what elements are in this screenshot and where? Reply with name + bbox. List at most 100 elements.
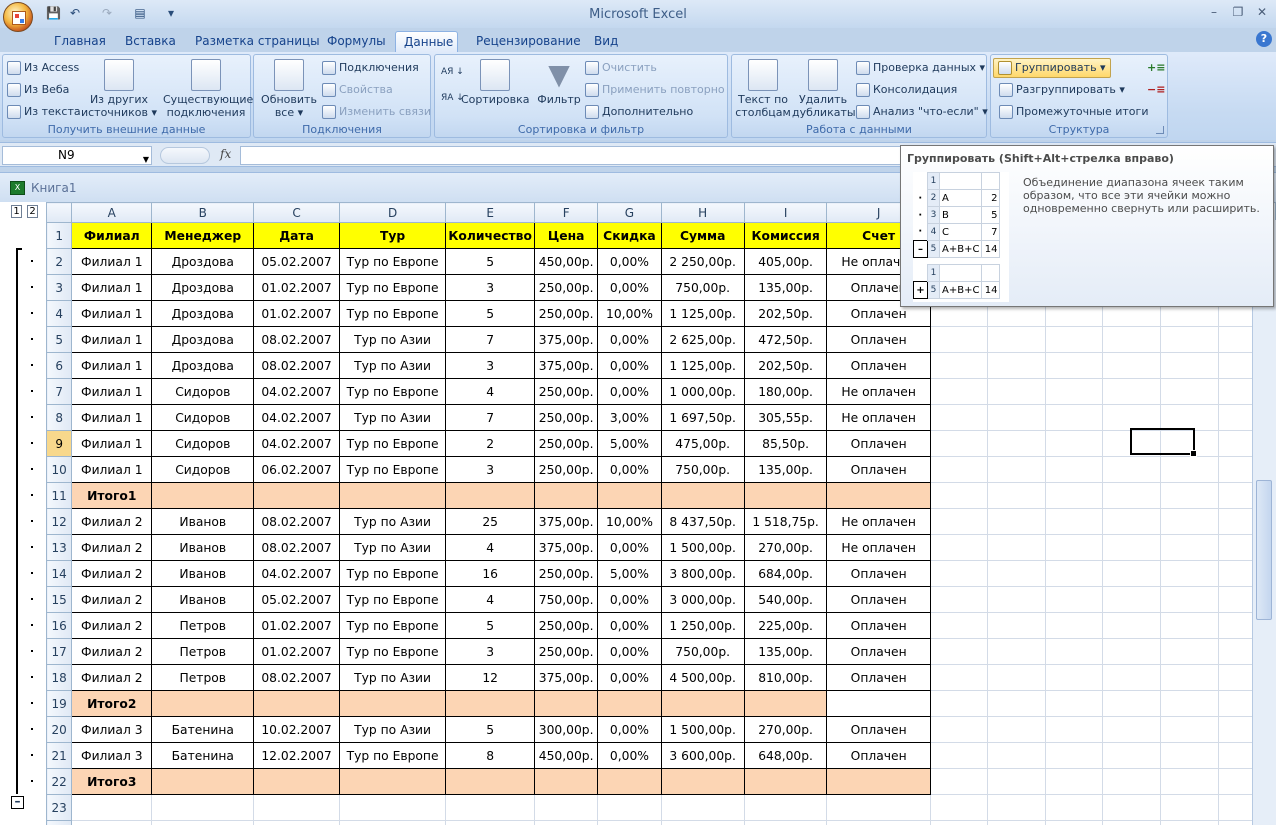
cell[interactable] — [71, 820, 153, 825]
row-header[interactable]: 9 — [45, 430, 73, 457]
cell[interactable] — [338, 794, 447, 821]
subtotal-label[interactable]: Итого1 — [71, 482, 153, 509]
cell[interactable] — [660, 768, 745, 795]
cell[interactable] — [743, 690, 828, 717]
row-header[interactable]: 6 — [45, 352, 73, 379]
cell[interactable] — [1159, 482, 1219, 509]
cell[interactable]: 1 000,00р. — [660, 378, 745, 405]
cell[interactable]: Батенина — [151, 742, 255, 769]
cell[interactable] — [826, 482, 931, 509]
hide-detail-icon[interactable]: −≡ — [1147, 83, 1165, 96]
cell[interactable] — [929, 378, 989, 405]
row-header[interactable]: 14 — [45, 560, 73, 587]
cell[interactable] — [533, 690, 599, 717]
cell[interactable]: Филиал 1 — [71, 404, 153, 431]
from-text-button[interactable]: Из текста — [7, 105, 81, 119]
cell[interactable] — [929, 352, 989, 379]
row-header[interactable]: 8 — [45, 404, 73, 431]
cell[interactable]: 16 — [445, 560, 535, 587]
cell[interactable]: 375,00р. — [533, 352, 599, 379]
cell[interactable]: Петров — [151, 664, 255, 691]
cell[interactable]: Тур по Европе — [338, 742, 447, 769]
cell[interactable]: Филиал 2 — [71, 534, 153, 561]
cell[interactable]: 01.02.2007 — [253, 300, 340, 327]
cell[interactable] — [929, 820, 989, 825]
cell[interactable] — [1044, 456, 1104, 483]
cell[interactable] — [1044, 586, 1104, 613]
cell[interactable] — [987, 794, 1046, 821]
row-header[interactable]: 2 — [45, 248, 73, 275]
cell[interactable]: 12 — [445, 664, 535, 691]
cell[interactable]: Филиал 1 — [71, 326, 153, 353]
row-header[interactable]: 13 — [45, 534, 73, 561]
cell[interactable]: 2 625,00р. — [660, 326, 745, 353]
subtotal-label[interactable]: Итого3 — [71, 768, 153, 795]
cell[interactable] — [253, 820, 340, 825]
cell[interactable] — [1159, 586, 1219, 613]
row-header[interactable]: 21 — [45, 742, 73, 769]
cell[interactable] — [1159, 560, 1219, 587]
cell[interactable]: 04.02.2007 — [253, 430, 340, 457]
cell[interactable]: Сидоров — [151, 378, 255, 405]
restore-icon[interactable]: ❐ — [1229, 5, 1247, 21]
cell[interactable] — [1044, 430, 1104, 457]
cell[interactable] — [71, 794, 153, 821]
cell[interactable] — [338, 768, 447, 795]
cell[interactable] — [1159, 716, 1219, 743]
cell[interactable] — [445, 482, 535, 509]
cell[interactable]: 2 250,00р. — [660, 248, 745, 275]
cell[interactable] — [987, 430, 1046, 457]
tab-review[interactable]: Рецензирование — [468, 31, 589, 52]
cell[interactable]: Филиал 2 — [71, 560, 153, 587]
table-header-cell[interactable]: Тур — [338, 222, 447, 249]
cell[interactable]: Тур по Европе — [338, 586, 447, 613]
tab-home[interactable]: Главная — [46, 31, 114, 52]
row-header[interactable]: 24 — [45, 820, 73, 825]
formula-input[interactable] — [240, 146, 905, 165]
cell[interactable]: 305,55р. — [743, 404, 828, 431]
cell[interactable] — [1044, 742, 1104, 769]
cell[interactable]: Дроздова — [151, 352, 255, 379]
cell[interactable] — [1159, 378, 1219, 405]
from-web-button[interactable]: Из Веба — [7, 83, 69, 97]
cell[interactable] — [445, 690, 535, 717]
cell[interactable]: Не оплачен — [826, 534, 931, 561]
row-header[interactable]: 10 — [45, 456, 73, 483]
cell[interactable] — [660, 794, 745, 821]
cell[interactable] — [1102, 326, 1161, 353]
row-header[interactable]: 17 — [45, 638, 73, 665]
column-header[interactable]: I — [743, 202, 828, 223]
cell[interactable]: 450,00р. — [533, 742, 599, 769]
cell[interactable] — [1102, 352, 1161, 379]
cell[interactable]: 270,00р. — [743, 716, 828, 743]
cell[interactable]: 750,00р. — [533, 586, 599, 613]
cell[interactable] — [1044, 612, 1104, 639]
cell[interactable] — [987, 742, 1046, 769]
column-header[interactable]: H — [660, 202, 745, 223]
cell[interactable] — [1159, 664, 1219, 691]
cell[interactable] — [1159, 404, 1219, 431]
cell[interactable]: 472,50р. — [743, 326, 828, 353]
cell[interactable]: Тур по Европе — [338, 456, 447, 483]
cell[interactable]: Не оплачен — [826, 508, 931, 535]
what-if-button[interactable]: Анализ "что-если" ▾ — [856, 105, 988, 119]
cell[interactable] — [1044, 690, 1104, 717]
refresh-all-button[interactable]: Обновить все ▾ — [258, 59, 320, 119]
cell[interactable]: Тур по Азии — [338, 664, 447, 691]
cell[interactable] — [151, 794, 255, 821]
cell[interactable]: Оплачен — [826, 430, 931, 457]
subtotal-label[interactable]: Итого2 — [71, 690, 153, 717]
ungroup-button[interactable]: Разгруппировать ▾ — [999, 83, 1125, 97]
cell[interactable]: Дроздова — [151, 248, 255, 275]
row-header[interactable]: 15 — [45, 586, 73, 613]
cell[interactable]: 12.02.2007 — [253, 742, 340, 769]
help-icon[interactable]: ? — [1256, 31, 1272, 47]
cell[interactable] — [987, 690, 1046, 717]
cell[interactable]: 135,00р. — [743, 274, 828, 301]
cell[interactable]: 0,00% — [597, 352, 662, 379]
cell[interactable] — [929, 456, 989, 483]
cell[interactable] — [1102, 794, 1161, 821]
column-header[interactable]: E — [445, 202, 535, 223]
row-header[interactable]: 7 — [45, 378, 73, 405]
cell[interactable] — [533, 820, 599, 825]
